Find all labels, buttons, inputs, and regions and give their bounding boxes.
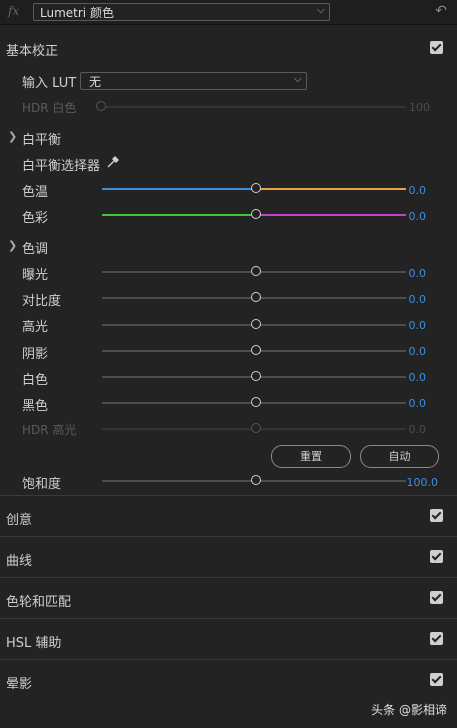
hdr-highlight-label: HDR 高光	[22, 423, 77, 437]
hdr-highlight-value: 0.0	[408, 423, 427, 436]
whites-knob[interactable]	[251, 371, 261, 381]
curves-enable-checkbox[interactable]	[430, 550, 443, 563]
color-wheels-enable-checkbox[interactable]	[430, 591, 443, 604]
vignette-enable-checkbox[interactable]	[430, 673, 443, 686]
hdr-white-knob	[96, 101, 106, 111]
chevron-down-icon[interactable]: ❯	[8, 239, 17, 252]
tint-knob[interactable]	[251, 209, 261, 219]
highlights-knob[interactable]	[251, 319, 261, 329]
highlights-value[interactable]: 0.0	[409, 319, 427, 332]
tint-label: 色彩	[22, 211, 49, 226]
white-balance-title[interactable]: 白平衡	[22, 129, 61, 148]
exposure-value[interactable]: 0.0	[409, 267, 427, 280]
saturation-value[interactable]: 100.0	[407, 476, 439, 489]
hdr-white-value: 100	[409, 101, 430, 114]
section-basic-title[interactable]: 基本校正	[6, 40, 58, 59]
shadows-value[interactable]: 0.0	[409, 345, 427, 358]
chevron-down-icon: ⌵	[316, 3, 325, 16]
effect-select[interactable]: Lumetri 颜色 ⌵	[33, 3, 330, 21]
lut-value: 无	[89, 75, 102, 89]
fx-icon[interactable]: fx	[8, 4, 19, 18]
whites-label: 白色	[22, 373, 49, 388]
effect-name: Lumetri 颜色	[40, 6, 114, 20]
section-hsl-title[interactable]: HSL 辅助	[6, 632, 61, 651]
section-color-wheels-title[interactable]: 色轮和匹配	[6, 591, 71, 610]
creative-enable-checkbox[interactable]	[430, 509, 443, 522]
tint-track-right[interactable]	[258, 214, 406, 216]
section-creative-title[interactable]: 创意	[6, 509, 32, 528]
exposure-knob[interactable]	[251, 266, 261, 276]
divider	[0, 618, 457, 619]
tint-track-left[interactable]	[102, 214, 254, 216]
temperature-track-left[interactable]	[102, 188, 254, 190]
blacks-label: 黑色	[22, 399, 49, 414]
divider	[0, 495, 457, 496]
divider	[0, 536, 457, 537]
effect-header: fx Lumetri 颜色 ⌵ ↶	[0, 0, 457, 25]
whites-value[interactable]: 0.0	[409, 371, 427, 384]
watermark: 头条 @影相谛	[371, 703, 447, 717]
tone-title[interactable]: 色调	[22, 238, 48, 257]
auto-button[interactable]: 自动	[360, 445, 439, 468]
blacks-knob[interactable]	[251, 397, 261, 407]
wb-selector-label: 白平衡选择器	[22, 159, 101, 174]
saturation-label: 饱和度	[22, 477, 62, 492]
eyedropper-icon[interactable]	[106, 155, 120, 169]
temperature-knob[interactable]	[251, 183, 261, 193]
temperature-track-right[interactable]	[258, 188, 406, 190]
lut-label: 输入 LUT	[22, 76, 77, 91]
chevron-down-icon: ⌵	[293, 72, 302, 85]
shadows-knob[interactable]	[251, 345, 261, 355]
hdr-white-label: HDR 白色	[22, 101, 77, 115]
shadows-label: 阴影	[22, 347, 49, 362]
reset-icon[interactable]: ↶	[435, 3, 447, 19]
divider	[0, 659, 457, 660]
contrast-value[interactable]: 0.0	[409, 293, 427, 306]
contrast-label: 对比度	[22, 294, 62, 309]
reset-button[interactable]: 重置	[271, 445, 351, 468]
hsl-enable-checkbox[interactable]	[430, 632, 443, 645]
blacks-value[interactable]: 0.0	[409, 397, 427, 410]
hdr-highlight-knob	[251, 423, 261, 433]
highlights-label: 高光	[22, 320, 49, 335]
section-curves-title[interactable]: 曲线	[6, 550, 32, 569]
divider	[0, 577, 457, 578]
temperature-label: 色温	[22, 185, 49, 200]
saturation-knob[interactable]	[251, 475, 261, 485]
basic-enable-checkbox[interactable]	[430, 41, 443, 54]
section-vignette-title[interactable]: 晕影	[6, 673, 32, 692]
contrast-knob[interactable]	[251, 292, 261, 302]
exposure-label: 曝光	[22, 268, 49, 283]
tint-value[interactable]: 0.0	[409, 210, 427, 223]
temperature-value[interactable]: 0.0	[409, 184, 427, 197]
lut-dropdown[interactable]: 无 ⌵	[80, 72, 307, 90]
chevron-down-icon[interactable]: ❯	[8, 130, 17, 143]
hdr-white-slider	[101, 106, 406, 108]
